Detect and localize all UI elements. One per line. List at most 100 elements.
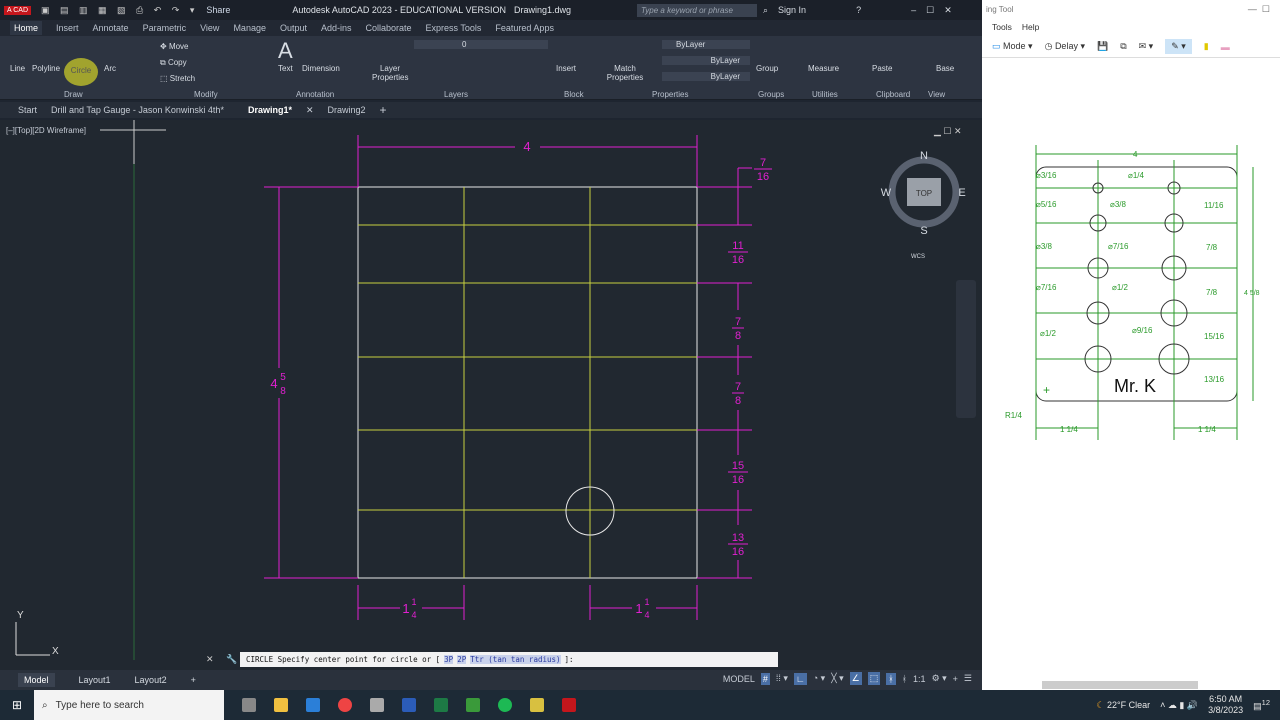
dim-height-whole[interactable]: 4 bbox=[270, 376, 277, 391]
base-tool[interactable]: Base bbox=[936, 64, 954, 73]
draw-panel-label[interactable]: Draw bbox=[64, 90, 83, 99]
linetype-dropdown[interactable]: ByLayer bbox=[662, 56, 750, 65]
chrome-icon[interactable] bbox=[338, 698, 352, 712]
mode-button[interactable]: ▭ Mode ▾ bbox=[992, 41, 1033, 52]
snap-toggle[interactable]: ⁞⁞ ▾ bbox=[776, 673, 788, 684]
polyline-tool[interactable]: Polyline bbox=[32, 64, 60, 73]
pen-icon[interactable]: ✎ ▾ bbox=[1165, 39, 1192, 54]
snip-scrollbar[interactable] bbox=[1042, 681, 1198, 689]
match-properties-tool[interactable]: Match Properties bbox=[606, 64, 644, 82]
clock[interactable]: 6:50 AM 3/8/2023 bbox=[1208, 694, 1243, 716]
drawing-viewport[interactable]: [–][Top][2D Wireframe] 4 4 5 8 7 16 11 1… bbox=[0, 120, 982, 670]
doc-tab-drill-gauge[interactable]: Drill and Tap Gauge - Jason Konwinski 4t… bbox=[51, 105, 224, 115]
grid-toggle[interactable]: # bbox=[760, 672, 770, 685]
close-button[interactable]: ✕ bbox=[944, 5, 952, 16]
paste-tool[interactable]: Paste bbox=[872, 64, 892, 73]
new-tab-button[interactable]: + bbox=[380, 103, 387, 117]
tab-featured-apps[interactable]: Featured Apps bbox=[495, 23, 554, 33]
tab-manage[interactable]: Manage bbox=[233, 23, 266, 33]
compass-s[interactable]: S bbox=[920, 225, 927, 237]
customize-icon[interactable]: 🔧 bbox=[226, 654, 237, 665]
object-snap-tracking[interactable]: ∠ bbox=[849, 672, 862, 685]
share-button[interactable]: Share bbox=[206, 5, 230, 15]
tab-add-ins[interactable]: Add-ins bbox=[321, 23, 352, 33]
tab-home[interactable]: Home bbox=[10, 21, 43, 35]
utilities-panel-label[interactable]: Utilities bbox=[812, 90, 838, 99]
folder-icon[interactable] bbox=[530, 698, 544, 712]
osnap-toggle[interactable]: ╳ ▾ bbox=[831, 673, 843, 684]
plus-icon[interactable]: + bbox=[953, 674, 958, 684]
doc-tab-drawing1[interactable]: Drawing1* bbox=[248, 105, 292, 115]
tray-icons[interactable]: ˄ ☁ ▮ 🔊 bbox=[1160, 700, 1198, 711]
autocad-icon[interactable] bbox=[562, 698, 576, 712]
compass-e[interactable]: E bbox=[958, 187, 965, 199]
search-input[interactable]: Type a keyword or phrase bbox=[637, 3, 757, 17]
minimize-button[interactable]: – bbox=[911, 5, 916, 15]
menu-tools[interactable]: Tools bbox=[992, 22, 1012, 32]
annotation-panel-label[interactable]: Annotation bbox=[296, 90, 334, 99]
tab-view[interactable]: View bbox=[200, 23, 219, 33]
navigation-bar[interactable] bbox=[956, 280, 976, 418]
spacing-dims[interactable]: 7 16 11 16 7 8 7 8 15 16 13 16 1 1 4 1 1… bbox=[402, 157, 772, 620]
copy-tool[interactable]: ⧉ Copy bbox=[160, 58, 187, 68]
maximize-button[interactable]: ☐ bbox=[926, 5, 934, 16]
annotation-autoscale[interactable]: ᚼ bbox=[902, 674, 907, 684]
layer-properties-tool[interactable]: Layer Properties bbox=[372, 64, 408, 82]
wcs-menu[interactable]: WCS bbox=[911, 254, 925, 260]
app-logo[interactable]: A CAD bbox=[4, 5, 32, 15]
insert-tool[interactable]: Insert bbox=[556, 64, 576, 73]
taskbar-search[interactable]: ⌕ Type here to search bbox=[34, 690, 224, 720]
tab-annotate[interactable]: Annotate bbox=[93, 23, 129, 33]
tab-layout1[interactable]: Layout1 bbox=[79, 675, 111, 685]
compass-n[interactable]: N bbox=[920, 150, 928, 162]
close-tab-icon[interactable]: ✕ bbox=[306, 105, 314, 116]
text-icon[interactable]: A bbox=[278, 38, 293, 64]
eraser-icon[interactable]: ▬ bbox=[1221, 42, 1230, 52]
customize-menu-icon[interactable]: ☰ bbox=[964, 673, 972, 684]
app-icon[interactable] bbox=[466, 698, 480, 712]
menu-help[interactable]: Help bbox=[1022, 22, 1039, 32]
excel-icon[interactable] bbox=[434, 698, 448, 712]
view-panel-label[interactable]: View bbox=[928, 90, 945, 99]
command-line[interactable]: CIRCLE Specify center point for circle o… bbox=[240, 652, 778, 667]
doc-tab-start[interactable]: Start bbox=[18, 105, 37, 115]
snip-window-controls[interactable]: — ☐ bbox=[1248, 4, 1270, 15]
line-tool[interactable]: Line bbox=[10, 64, 25, 73]
search-icon[interactable]: ⌕ bbox=[763, 5, 768, 16]
annotation-scale[interactable]: 1:1 bbox=[913, 674, 926, 684]
highlighter-icon[interactable]: ▮ bbox=[1204, 41, 1209, 52]
tab-insert[interactable]: Insert bbox=[56, 23, 79, 33]
dimension-tool[interactable]: Dimension bbox=[302, 64, 340, 73]
tab-model[interactable]: Model bbox=[18, 673, 55, 687]
polar-toggle[interactable]: ◔ ▾ bbox=[813, 673, 825, 684]
sign-in-button[interactable]: Sign In bbox=[778, 5, 806, 15]
tab-express-tools[interactable]: Express Tools bbox=[426, 23, 482, 33]
copy-icon[interactable]: ⧉ bbox=[1120, 41, 1126, 52]
measure-tool[interactable]: Measure bbox=[808, 64, 839, 73]
move-tool[interactable]: ✥ Move bbox=[160, 42, 189, 51]
block-panel-label[interactable]: Block bbox=[564, 90, 584, 99]
viewcube-top[interactable]: TOP bbox=[916, 189, 932, 198]
compass-w[interactable]: W bbox=[881, 187, 892, 199]
groups-panel-label[interactable]: Groups bbox=[758, 90, 784, 99]
layers-panel-label[interactable]: Layers bbox=[444, 90, 468, 99]
construction-lines[interactable] bbox=[358, 187, 697, 578]
model-space-button[interactable]: MODEL bbox=[723, 674, 755, 684]
mail-icon[interactable] bbox=[306, 698, 320, 712]
delay-button[interactable]: ◷ Delay ▾ bbox=[1045, 41, 1085, 52]
tab-layout2[interactable]: Layout2 bbox=[135, 675, 167, 685]
tab-output[interactable]: Output bbox=[280, 23, 307, 33]
tab-collaborate[interactable]: Collaborate bbox=[366, 23, 412, 33]
option-3p[interactable]: 3P bbox=[444, 655, 454, 664]
save-icon[interactable]: 💾 bbox=[1097, 41, 1108, 52]
snipping-tool-icon[interactable] bbox=[370, 698, 384, 712]
workspace-gear-icon[interactable]: ⚙ ▾ bbox=[932, 673, 947, 684]
option-ttr[interactable]: Ttr (tan tan radius) bbox=[470, 655, 561, 664]
word-icon[interactable] bbox=[402, 698, 416, 712]
circle-tool[interactable]: Circle bbox=[64, 58, 98, 86]
lineweight-dropdown[interactable]: ByLayer bbox=[662, 72, 750, 81]
doc-tab-drawing2[interactable]: Drawing2 bbox=[328, 105, 366, 115]
ortho-toggle[interactable]: ∟ bbox=[793, 672, 807, 685]
weather-widget[interactable]: ☾ 22°F Clear bbox=[1096, 700, 1150, 711]
command-close-icon[interactable]: ✕ bbox=[206, 654, 214, 665]
